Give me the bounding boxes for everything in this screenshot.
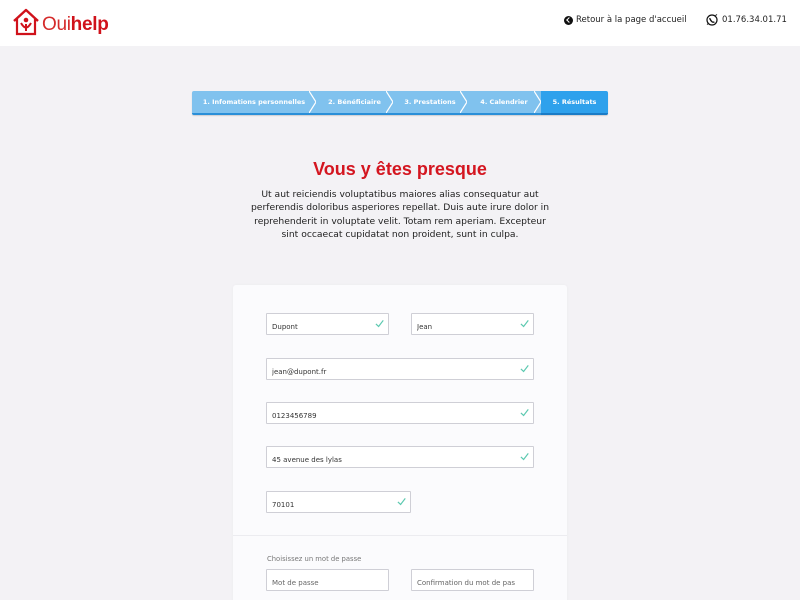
check-icon [520,319,529,328]
intro-text: Ut aut reiciendis voluptatibus maiores a… [250,189,550,241]
top-bar: Ouihelp Retour à la page d'accueil 01.76… [0,0,800,46]
signup-form-card: Choisissez un mot de passe [233,285,567,600]
password-confirm-field[interactable] [411,569,534,593]
first-name-input[interactable] [412,317,533,337]
step-label: 3. Prestations [404,98,456,106]
step-services[interactable]: 3. Prestations [393,91,468,115]
logo-wordmark: Ouihelp [42,14,109,35]
check-icon [520,364,529,373]
back-arrow-icon [564,15,573,25]
phone-field[interactable] [266,402,534,426]
step-label: 5. Résultats [552,98,597,106]
postal-code-input[interactable] [267,495,410,515]
step-beneficiary[interactable]: 2. Bénéficiaire [316,91,394,115]
step-label: 1. Infomations personnelles [202,98,306,106]
back-to-home-link[interactable]: Retour à la page d'accueil [564,15,687,25]
check-icon [520,408,529,417]
step-results[interactable]: 5. Résultats [541,91,608,115]
password-confirm-input[interactable] [412,573,533,593]
email-input[interactable] [267,362,533,382]
phone-24h-icon [706,14,718,26]
password-field[interactable] [266,569,389,593]
password-section-label: Choisissez un mot de passe [267,555,362,563]
postal-code-field[interactable] [266,491,411,515]
section-divider [233,535,567,536]
house-logo-icon [13,8,39,36]
phone-input[interactable] [267,406,533,426]
step-calendar[interactable]: 4. Calendrier [467,91,542,115]
check-icon [520,452,529,461]
address-input[interactable] [267,450,533,470]
last-name-field[interactable] [266,313,389,337]
progress-stepper: 1. Infomations personnelles 2. Bénéficia… [192,91,608,115]
step-label: 4. Calendrier [480,98,528,106]
back-link-label: Retour à la page d'accueil [576,15,687,25]
address-field[interactable] [266,446,534,470]
step-personal-info[interactable]: 1. Infomations personnelles [192,91,317,115]
first-name-field[interactable] [411,313,534,337]
ouihelp-logo[interactable]: Ouihelp [11,5,109,39]
phone-contact[interactable]: 01.76.34.01.71 [706,14,787,26]
phone-number: 01.76.34.01.71 [722,15,787,25]
last-name-input[interactable] [267,317,388,337]
check-icon [397,497,406,506]
check-icon [375,319,384,328]
password-input[interactable] [267,573,388,593]
step-label: 2. Bénéficiaire [328,98,381,106]
page-title: Vous y êtes presque [313,159,487,179]
email-field[interactable] [266,358,534,382]
